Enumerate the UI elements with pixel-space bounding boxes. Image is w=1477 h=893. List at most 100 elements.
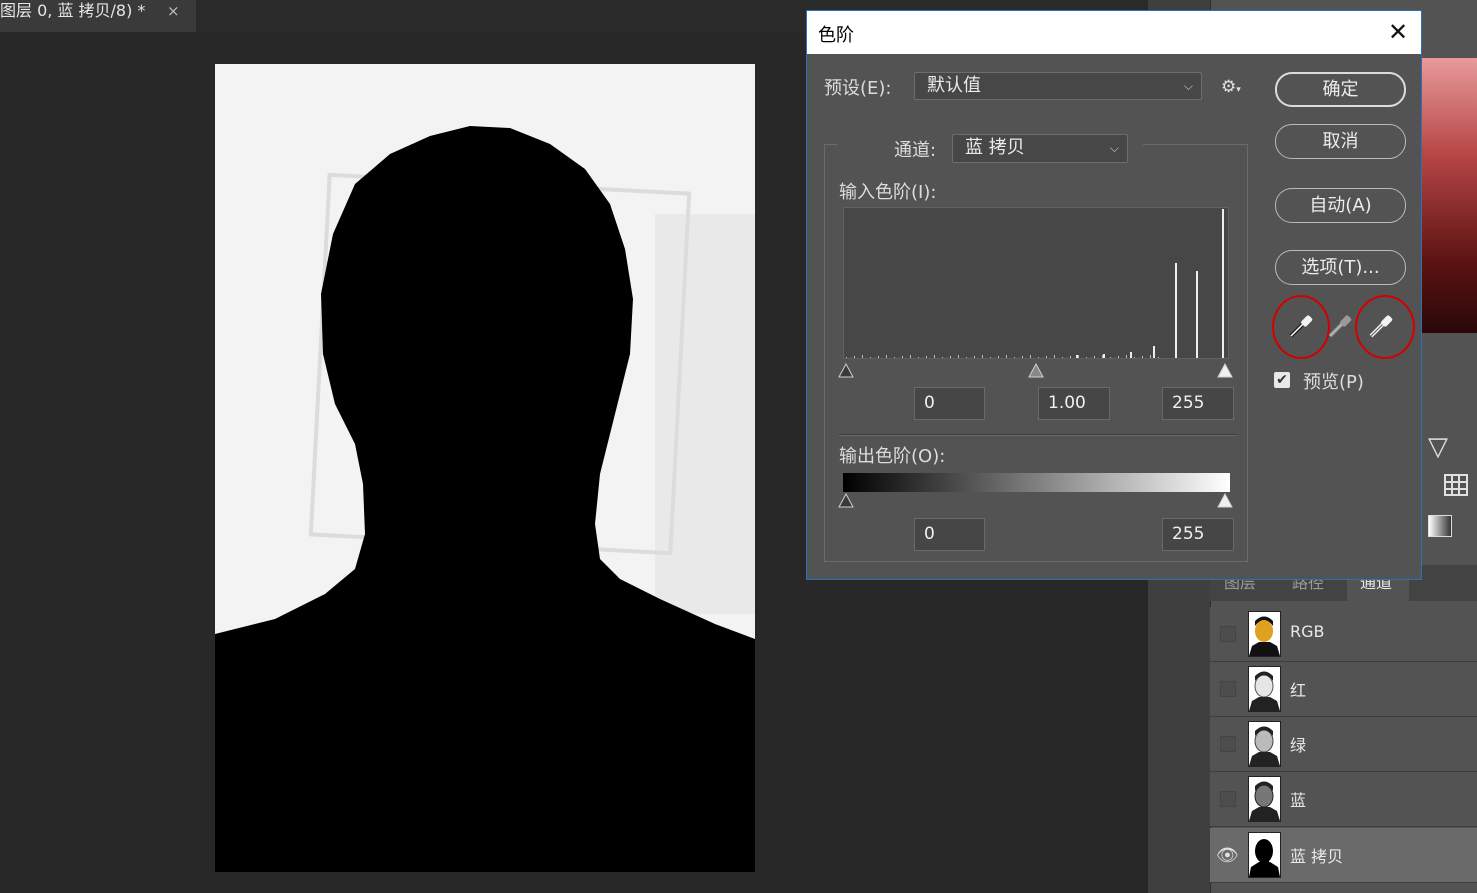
preset-dropdown[interactable]: 默认值 ⌵: [914, 72, 1202, 100]
histogram-bar: [1102, 355, 1103, 358]
histogram-bar: [1086, 357, 1087, 358]
channel-thumbnail: [1248, 776, 1281, 822]
preset-value: 默认值: [927, 75, 981, 96]
histogram-bar: [1110, 357, 1111, 358]
histogram-bar: [886, 355, 887, 358]
input-slider-track[interactable]: [837, 363, 1237, 381]
channel-name: 蓝: [1290, 791, 1307, 810]
channel-value: 蓝 拷贝: [965, 137, 1025, 158]
visibility-toggle[interactable]: [1220, 681, 1236, 697]
histogram-bar: [1014, 357, 1015, 358]
gray-point-eyedropper-icon[interactable]: [1326, 312, 1354, 340]
channel-name: 蓝 拷贝: [1290, 847, 1344, 866]
channel-row-blue-copy[interactable]: 👁 蓝 拷贝: [1210, 828, 1477, 883]
histogram-bar: [1126, 355, 1127, 358]
histogram-bar: [1070, 356, 1071, 358]
gear-icon[interactable]: ⚙▾: [1221, 77, 1241, 97]
histogram-bar: [1046, 356, 1047, 358]
histogram-bar: [958, 355, 959, 358]
histogram-bar: [1022, 356, 1023, 358]
histogram-bar: [1130, 352, 1132, 358]
channel-thumbnail: [1248, 832, 1281, 878]
channel-row-red[interactable]: 红: [1210, 662, 1477, 717]
input-black-field[interactable]: 0: [914, 387, 985, 420]
histogram-bar: [934, 355, 935, 358]
preset-label: 预设(E):: [824, 78, 892, 99]
histogram-bar: [1006, 355, 1007, 358]
dialog-titlebar[interactable]: 色阶 ✕: [807, 11, 1421, 54]
histogram-bar: [1094, 356, 1095, 358]
ok-button[interactable]: 确定: [1275, 72, 1406, 107]
white-point-eyedropper-icon[interactable]: [1367, 312, 1395, 340]
channel-row-green[interactable]: 绿: [1210, 717, 1477, 772]
histogram-bar: [870, 357, 871, 358]
document-tab[interactable]: 图层 0, 蓝 拷贝/8) * ×: [0, 0, 196, 32]
histogram-bar: [878, 356, 879, 358]
output-gradient-bar: [843, 473, 1230, 492]
grid-icon[interactable]: [1444, 474, 1468, 496]
channel-name: RGB: [1290, 622, 1325, 641]
histogram-bar: [846, 357, 847, 358]
channel-name: 绿: [1290, 736, 1307, 755]
input-white-slider: [1217, 363, 1233, 378]
channel-row-blue[interactable]: 蓝: [1210, 772, 1477, 827]
auto-button[interactable]: 自动(A): [1275, 188, 1406, 223]
histogram-bar: [1030, 355, 1031, 358]
histogram-bar: [1158, 357, 1159, 358]
black-point-eyedropper-icon[interactable]: [1287, 312, 1315, 340]
histogram-bar: [1078, 355, 1079, 358]
input-white-field[interactable]: 255: [1162, 387, 1234, 420]
input-gamma-slider: [1028, 363, 1044, 378]
close-dialog-button[interactable]: ✕: [1381, 17, 1415, 47]
eye-icon[interactable]: 👁: [1216, 845, 1239, 866]
histogram-bar: [894, 357, 895, 358]
histogram-bar: [982, 355, 983, 358]
triangle-icon[interactable]: ▽: [1428, 432, 1448, 462]
histogram-bar: [862, 355, 863, 358]
output-slider-track[interactable]: [837, 493, 1237, 511]
channel-thumbnail: [1248, 666, 1281, 712]
channel-thumbnail: [1248, 611, 1281, 657]
histogram-bar: [1150, 355, 1151, 358]
output-white-field[interactable]: 255: [1162, 518, 1234, 551]
histogram-bar: [1222, 209, 1224, 358]
visibility-toggle[interactable]: [1220, 736, 1236, 752]
channel-dropdown[interactable]: 蓝 拷贝 ⌵: [952, 134, 1128, 163]
histogram: [843, 207, 1229, 359]
histogram-bar: [1038, 357, 1039, 358]
gear-menu-arrow: ▾: [1236, 85, 1241, 95]
input-levels-label: 输入色阶(I):: [839, 182, 937, 203]
levels-dialog: 色阶 ✕ 预设(E): 默认值 ⌵ ⚙▾ 通道: 蓝 拷贝 ⌵ 输入色阶(I):…: [806, 10, 1422, 580]
histogram-bar: [1153, 346, 1155, 358]
histogram-bar: [854, 356, 855, 358]
options-button[interactable]: 选项(T)...: [1275, 250, 1406, 285]
color-picker-gradient[interactable]: [1420, 58, 1477, 333]
document-tab-title: 图层 0, 蓝 拷贝/8) *: [0, 1, 146, 20]
silhouette-image: [215, 64, 755, 872]
histogram-bar: [1054, 355, 1055, 358]
output-white-slider: [1217, 493, 1233, 508]
dialog-title: 色阶: [818, 25, 854, 46]
cancel-button[interactable]: 取消: [1275, 124, 1406, 159]
output-black-field[interactable]: 0: [914, 518, 985, 551]
histogram-bar: [1175, 263, 1177, 358]
histogram-bar: [926, 356, 927, 358]
preview-label: 预览(P): [1303, 372, 1364, 393]
channel-thumbnail: [1248, 721, 1281, 767]
gradient-icon[interactable]: [1428, 515, 1452, 537]
histogram-bar: [1062, 357, 1063, 358]
gear-glyph: ⚙: [1221, 77, 1237, 97]
histogram-bar: [990, 357, 991, 358]
input-gamma-field[interactable]: 1.00: [1038, 387, 1110, 420]
channel-row-rgb[interactable]: RGB: [1210, 607, 1477, 662]
histogram-bar: [1103, 354, 1105, 358]
visibility-toggle[interactable]: [1220, 626, 1236, 642]
output-levels-label: 输出色阶(O):: [839, 446, 946, 467]
histogram-bar: [910, 355, 911, 358]
output-black-slider: [838, 493, 854, 508]
visibility-toggle[interactable]: [1220, 791, 1236, 807]
close-tab-icon[interactable]: ×: [167, 0, 180, 22]
input-black-slider: [838, 363, 854, 378]
preview-checkbox[interactable]: ✔: [1274, 372, 1290, 388]
histogram-bar: [918, 357, 919, 358]
